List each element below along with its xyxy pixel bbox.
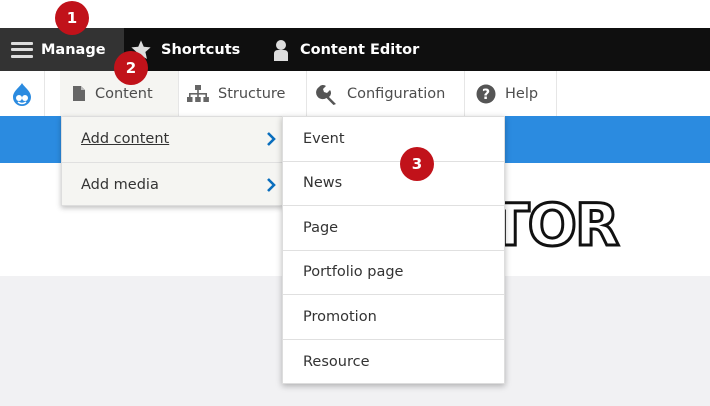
submenu-item-event[interactable]: Event bbox=[283, 117, 504, 162]
menu-item-label: Add media bbox=[81, 177, 159, 193]
user-tab[interactable]: Content Editor bbox=[271, 28, 419, 71]
submenu-item-page[interactable]: Page bbox=[283, 206, 504, 251]
drupal-drop-icon bbox=[13, 82, 31, 106]
chevron-right-icon bbox=[267, 178, 276, 192]
tray-configuration-label: Configuration bbox=[347, 85, 446, 102]
tray-help-label: Help bbox=[505, 85, 539, 102]
sitemap-icon bbox=[187, 84, 209, 102]
menu-item-add-media[interactable]: Add media bbox=[62, 162, 282, 207]
home-link[interactable] bbox=[0, 71, 45, 116]
menu-item-add-content[interactable]: Add content bbox=[62, 117, 282, 161]
tray-content-label: Content bbox=[95, 85, 153, 102]
add-content-submenu: Event News Page Portfolio page Promotion… bbox=[282, 116, 505, 384]
wrench-icon bbox=[316, 84, 336, 105]
submenu-item-promotion[interactable]: Promotion bbox=[283, 295, 504, 340]
callout-badge-3: 3 bbox=[400, 147, 434, 181]
manage-label: Manage bbox=[41, 41, 106, 58]
shortcuts-label: Shortcuts bbox=[161, 41, 241, 58]
svg-text:?: ? bbox=[482, 87, 490, 103]
manage-tab[interactable]: Manage bbox=[0, 28, 124, 71]
site-logo[interactable]: TOR bbox=[489, 190, 622, 261]
content-dropdown-menu: Add content Add media bbox=[61, 116, 283, 206]
hamburger-icon bbox=[11, 41, 33, 58]
admin-toolbar: Manage Shortcuts Content Editor bbox=[0, 28, 710, 71]
user-label: Content Editor bbox=[300, 41, 420, 58]
callout-badge-1: 1 bbox=[55, 1, 89, 35]
tray-structure[interactable]: Structure bbox=[179, 71, 307, 116]
submenu-item-news[interactable]: News bbox=[283, 162, 504, 206]
question-circle-icon: ? bbox=[476, 84, 496, 103]
tray-configuration[interactable]: Configuration bbox=[307, 71, 465, 116]
submenu-item-portfolio-page[interactable]: Portfolio page bbox=[283, 251, 504, 295]
toolbar-tray: Content Structure Configuration ? Help bbox=[0, 71, 710, 117]
document-icon bbox=[73, 86, 85, 101]
tray-help[interactable]: ? Help bbox=[465, 71, 557, 116]
callout-badge-2: 2 bbox=[114, 51, 148, 85]
submenu-item-resource[interactable]: Resource bbox=[283, 340, 504, 385]
menu-item-label: Add content bbox=[81, 131, 170, 147]
user-icon bbox=[274, 39, 288, 61]
chevron-right-icon bbox=[267, 132, 276, 146]
tray-structure-label: Structure bbox=[218, 85, 286, 102]
